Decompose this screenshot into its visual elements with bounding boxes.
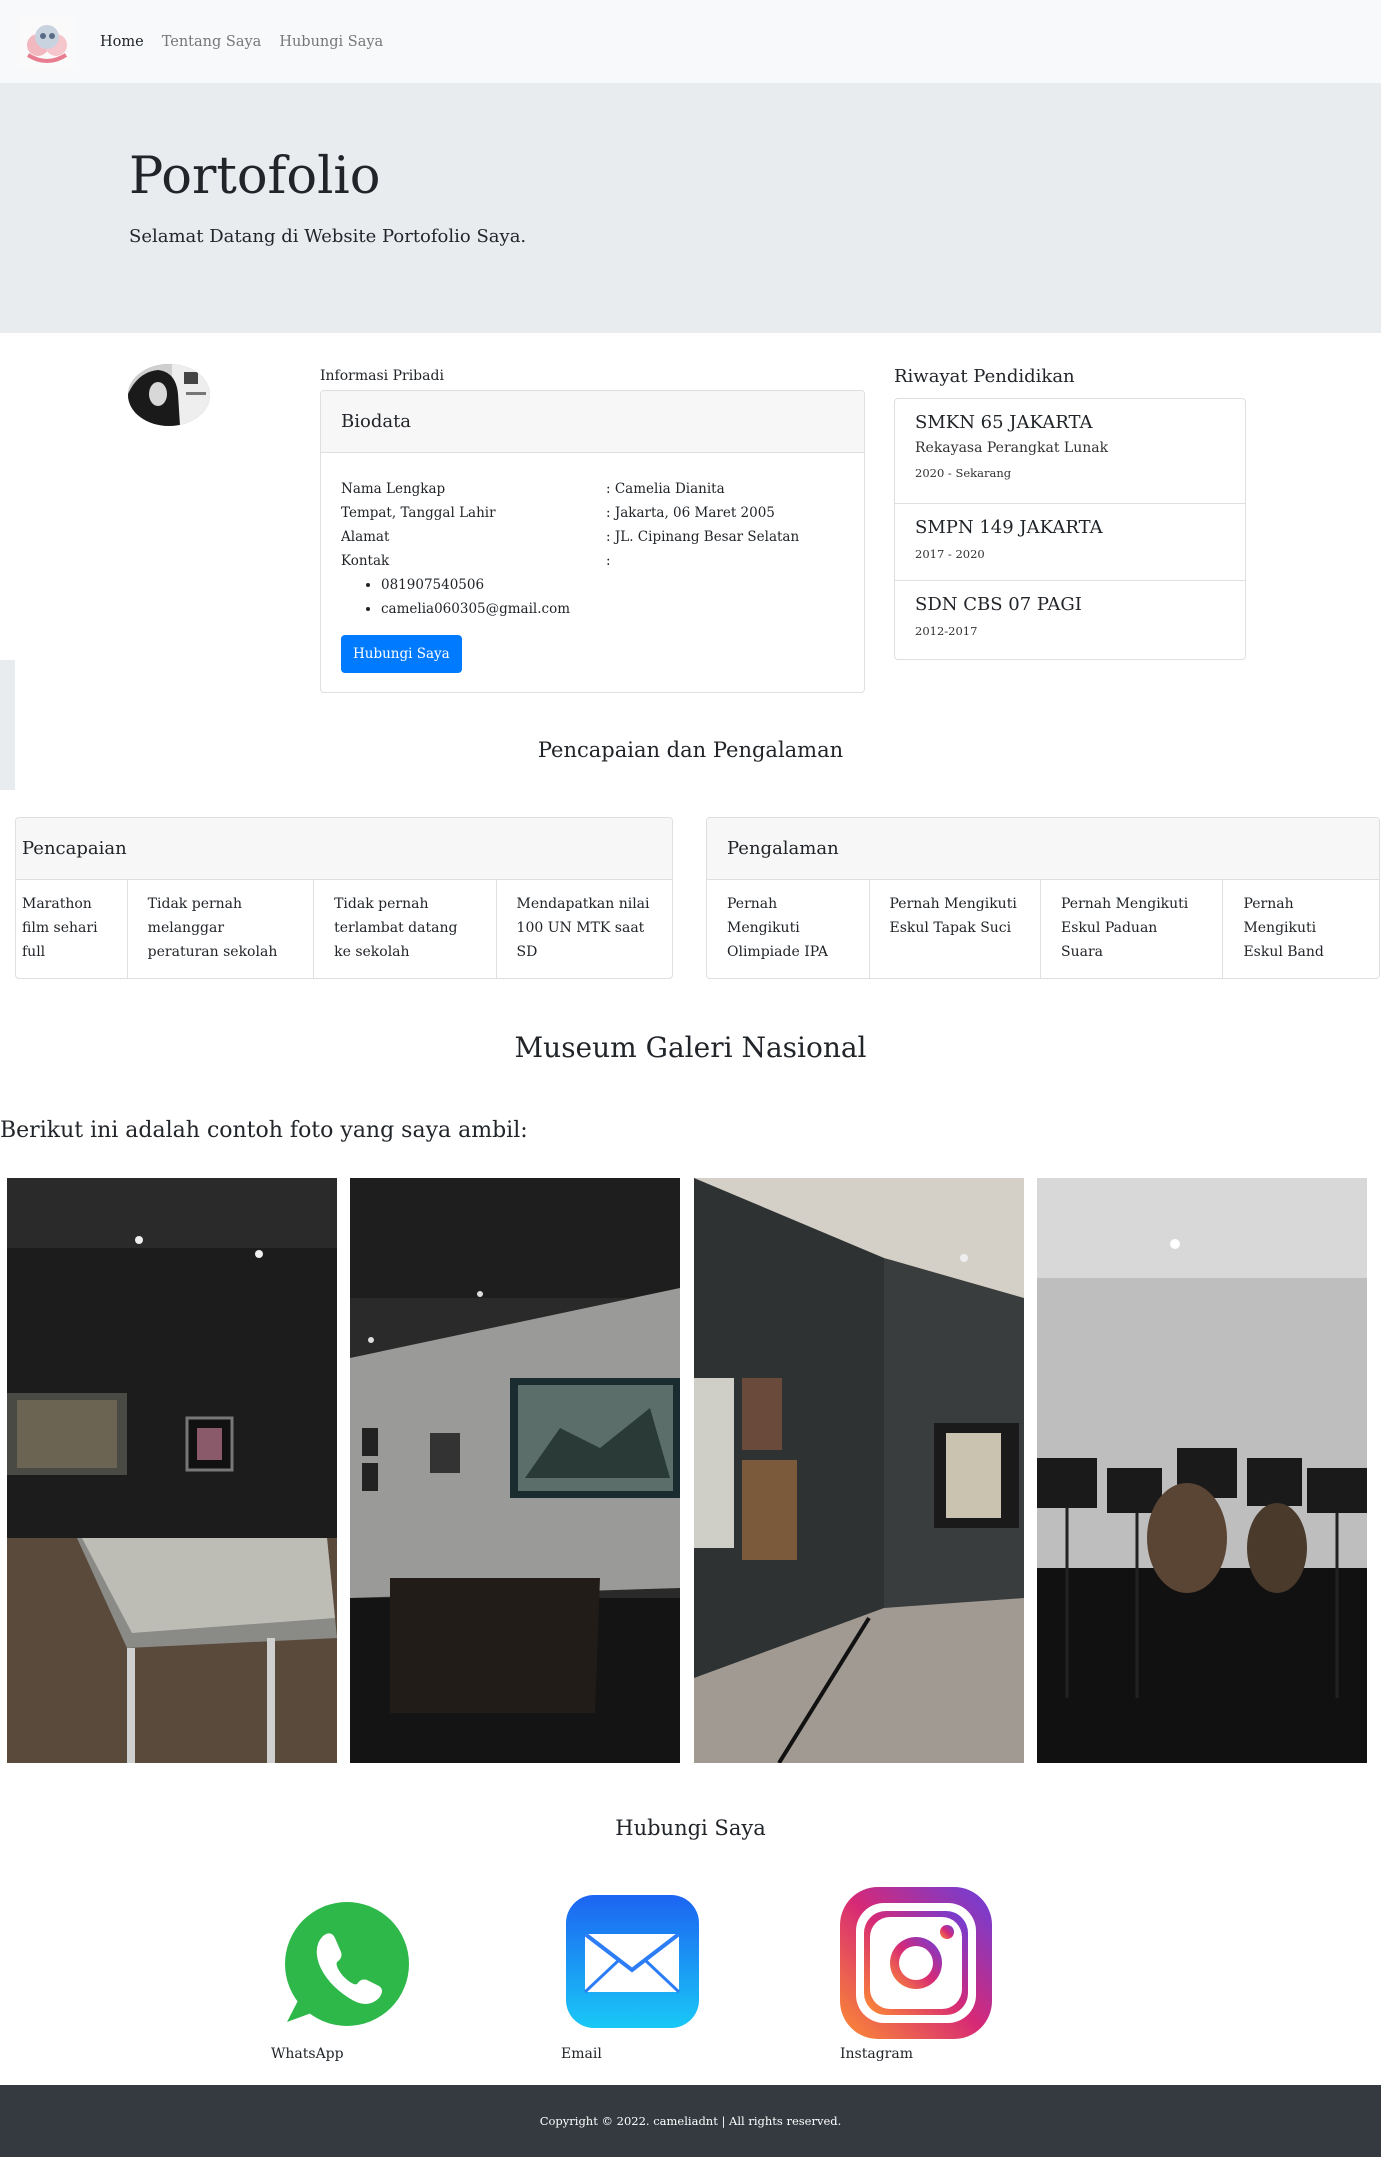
bio-row-address: Alamat : JL. Cipinang Besar Selatan [341,525,844,549]
whatsapp-link[interactable]: WhatsApp [271,1892,423,2062]
bio-value: : JL. Cipinang Besar Selatan [606,529,800,545]
school-years: 2020 - Sekarang [915,466,1012,480]
gallery-photo-3[interactable] [694,1178,1024,1763]
email-icon [566,1895,699,2028]
brand-logo[interactable] [18,14,76,69]
bio-key: Nama Lengkap [341,481,446,497]
email-label: Email [561,2046,602,2062]
school-name: SMPN 149 JAKARTA [915,517,1103,538]
instagram-label: Instagram [840,2046,913,2062]
pengalaman-card: Pengalaman Pernah Mengikuti Olimpiade IP… [706,817,1380,979]
pencapaian-title: Pencapaian [16,818,672,880]
school-name: SDN CBS 07 PAGI [915,594,1082,615]
bio-row-contact: Kontak : [341,549,844,573]
avatar [128,364,210,426]
bio-row-name: Nama Lengkap : Camelia Dianita [341,477,844,501]
education-list: SMKN 65 JAKARTA Rekayasa Perangkat Lunak… [894,398,1246,660]
list-item: SDN CBS 07 PAGI 2012-2017 [895,581,1245,659]
biodata-card: Biodata Nama Lengkap : Camelia Dianita T… [320,390,865,693]
gallery-photo-1[interactable] [7,1178,337,1763]
achievement-item: Tidak pernah terlambat datang ke sekolah [314,880,497,978]
side-strip [0,660,15,790]
hero-jumbotron: Portofolio Selamat Datang di Website Por… [0,83,1381,333]
contact-phone: 081907540506 [381,573,844,597]
experience-item: Pernah Mengikuti Olimpiade IPA [707,880,870,978]
bio-value: : [606,553,611,569]
gallery-title: Museum Galeri Nasional [514,1031,867,1064]
hubungi-saya-button[interactable]: Hubungi Saya [341,635,462,673]
contact-list: 081907540506 camelia060305@gmail.com [341,573,844,621]
school-years: 2012-2017 [915,624,978,638]
school-years: 2017 - 2020 [915,547,985,561]
nav-link-tentang-saya[interactable]: Tentang Saya [162,34,262,50]
bio-value: : Jakarta, 06 Maret 2005 [606,505,775,521]
gallery-photo-2[interactable] [350,1178,680,1763]
achievements-section-title: Pencapaian dan Pengalaman [537,738,844,762]
info-section-label: Informasi Pribadi [320,368,444,384]
contact-email: camelia060305@gmail.com [381,597,844,621]
contact-title: Hubungi Saya [615,1816,766,1840]
gallery-photo-4[interactable] [1037,1178,1367,1763]
bio-key: Kontak [341,553,390,569]
whatsapp-label: WhatsApp [271,2046,344,2062]
education-title: Riwayat Pendidikan [894,366,1075,387]
nav-link-home[interactable]: Home [100,34,144,50]
achievement-item: Mendapatkan nilai 100 UN MTK saat SD [516,896,650,960]
whatsapp-icon [275,1892,419,2036]
experience-item: Pernah Mengikuti Eskul Tapak Suci [870,880,1041,978]
bio-key: Alamat [341,529,390,545]
pencapaian-card: Pencapaian Marathon film sehari full Tid… [15,817,673,979]
copyright-text: Copyright © 2022. cameliadnt | All right… [539,2114,842,2128]
school-major: Rekayasa Perangkat Lunak [915,440,1109,456]
page-subtitle: Selamat Datang di Website Portofolio Say… [129,226,527,247]
instagram-link[interactable]: Instagram [840,1885,995,2062]
gallery-intro: Berikut ini adalah contoh foto yang saya… [0,1118,528,1143]
bio-key: Tempat, Tanggal Lahir [341,505,496,521]
school-name: SMKN 65 JAKARTA [915,412,1093,433]
list-item: SMPN 149 JAKARTA 2017 - 2020 [895,504,1245,581]
experience-item: Pernah Mengikuti Eskul Paduan Suara [1041,880,1224,978]
instagram-icon [840,1887,992,2039]
bio-value: : Camelia Dianita [606,481,725,497]
achievement-item: Tidak pernah melanggar peraturan sekolah [128,880,315,978]
list-item: SMKN 65 JAKARTA Rekayasa Perangkat Lunak… [895,399,1245,504]
email-link[interactable]: Email [561,1892,701,2062]
bio-row-birth: Tempat, Tanggal Lahir : Jakarta, 06 Mare… [341,501,844,525]
footer: Copyright © 2022. cameliadnt | All right… [0,2085,1381,2157]
experience-item: Pernah Mengikuti Eskul Band [1243,896,1324,960]
biodata-card-title: Biodata [321,391,864,453]
achievement-item: Marathon film sehari full [16,880,128,978]
page-title: Portofolio [129,147,381,206]
navbar: Home Tentang Saya Hubungi Saya [0,0,1381,83]
pengalaman-title: Pengalaman [707,818,1379,880]
nav-link-hubungi-saya[interactable]: Hubungi Saya [279,34,383,50]
